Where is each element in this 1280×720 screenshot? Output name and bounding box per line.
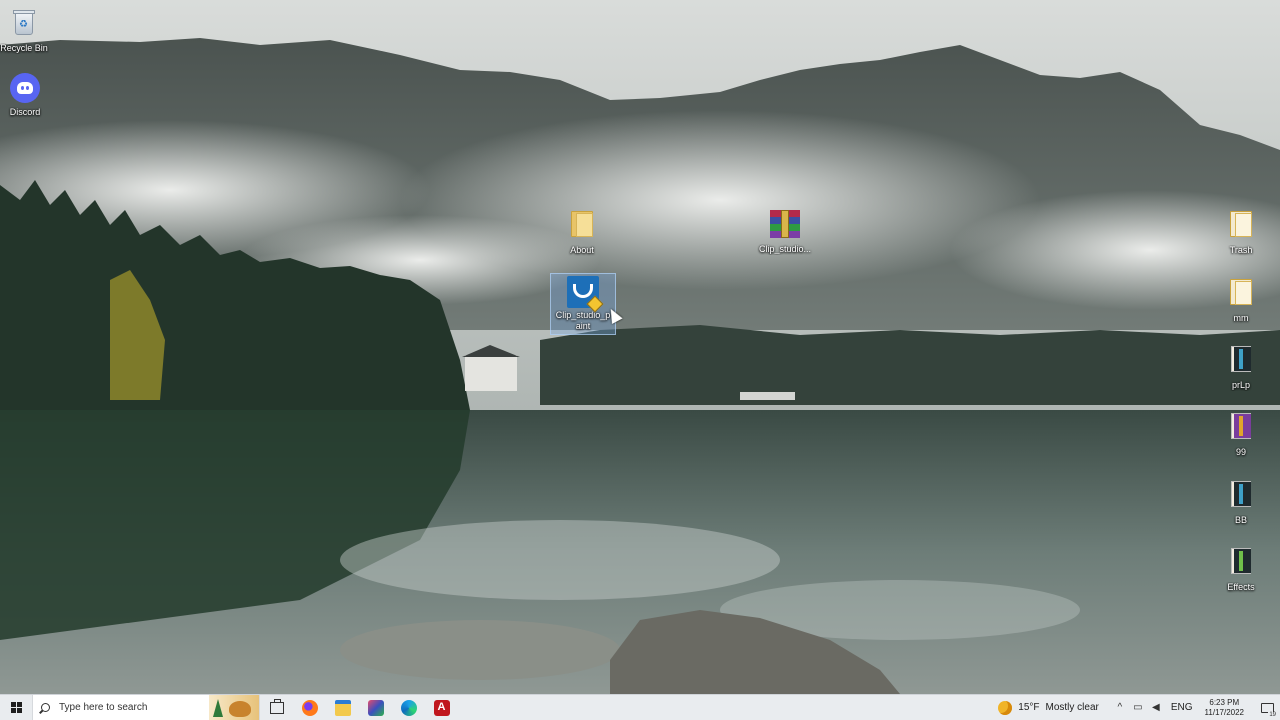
language-indicator[interactable]: ENG [1171,702,1193,713]
clock-time: 6:23 PM [1209,697,1240,707]
notification-count: 19 [1268,711,1277,718]
file-explorer-icon [334,699,351,716]
search-icon [41,703,50,712]
archive-book-icon [1225,346,1257,378]
desktop-icon-mm[interactable]: mm [1209,276,1273,324]
desktop-wallpaper [0,0,1280,694]
acrobat-icon [433,699,450,716]
task-view-icon [269,698,284,714]
folder-icon [1225,211,1257,243]
desktop-icon-discord[interactable]: Discord [0,72,57,118]
taskbar-search-box[interactable]: Type here to search [32,694,260,720]
search-placeholder: Type here to search [59,702,148,713]
volume-icon[interactable]: ◀ [1149,702,1163,713]
task-view-button[interactable] [260,695,293,720]
desktop-icon-about[interactable]: About [550,208,614,256]
notification-center-button[interactable]: 19 [1254,695,1280,720]
folder-icon [1225,279,1257,311]
taskbar-app-clip-studio[interactable] [359,695,392,720]
clock-date: 11/17/2022 [1204,707,1244,717]
desktop-icon-clip-studio-paint[interactable]: Clip_studio_p aint [550,273,616,335]
recycle-bin-icon: ♻ [8,9,40,41]
taskbar-app-firefox[interactable] [293,695,326,720]
desktop-icon-prlp[interactable]: prLp [1209,343,1273,391]
desktop-icon-clip-studio-archive[interactable]: Clip_studio... [753,208,817,255]
edge-icon [400,699,417,716]
firefox-icon [301,699,318,716]
desktop-icon-bb[interactable]: BB [1209,478,1273,526]
weather-widget[interactable]: 15°F Mostly clear [998,700,1099,715]
search-highlight-image[interactable] [209,694,259,720]
weather-condition: Mostly clear [1045,702,1099,713]
discord-icon [9,73,41,105]
start-button[interactable] [0,695,32,720]
weather-temperature: 15°F [1018,702,1040,713]
winrar-archive-icon [769,210,801,242]
taskbar-app-file-explorer[interactable] [326,695,359,720]
desktop-icon-trash[interactable]: Trash [1209,208,1273,256]
taskbar-app-acrobat[interactable] [425,695,458,720]
network-icon[interactable]: ▭ [1131,702,1145,713]
archive-book-icon [1225,481,1257,513]
desktop-icon-recycle-bin[interactable]: ♻ Recycle Bin [0,6,56,54]
clip-studio-icon [367,699,384,716]
moon-weather-icon [998,700,1013,715]
taskbar-app-edge[interactable] [392,695,425,720]
desktop-icon-99[interactable]: 99 [1209,410,1273,458]
windows-logo-icon [10,702,22,713]
taskbar: Type here to search 15°F Mostly clear ^ … [0,694,1280,720]
archive-book-icon [1225,548,1257,580]
clock[interactable]: 6:23 PM 11/17/2022 [1205,698,1244,718]
chevron-up-icon[interactable]: ^ [1113,702,1127,713]
system-tray: 15°F Mostly clear ^ ▭ ◀ ENG 6:23 PM 11/1… [998,695,1280,720]
clip-studio-paint-icon [567,276,604,313]
folder-icon [566,211,598,243]
archive-book-icon [1225,413,1257,445]
desktop-icon-effects[interactable]: Effects [1209,545,1273,593]
